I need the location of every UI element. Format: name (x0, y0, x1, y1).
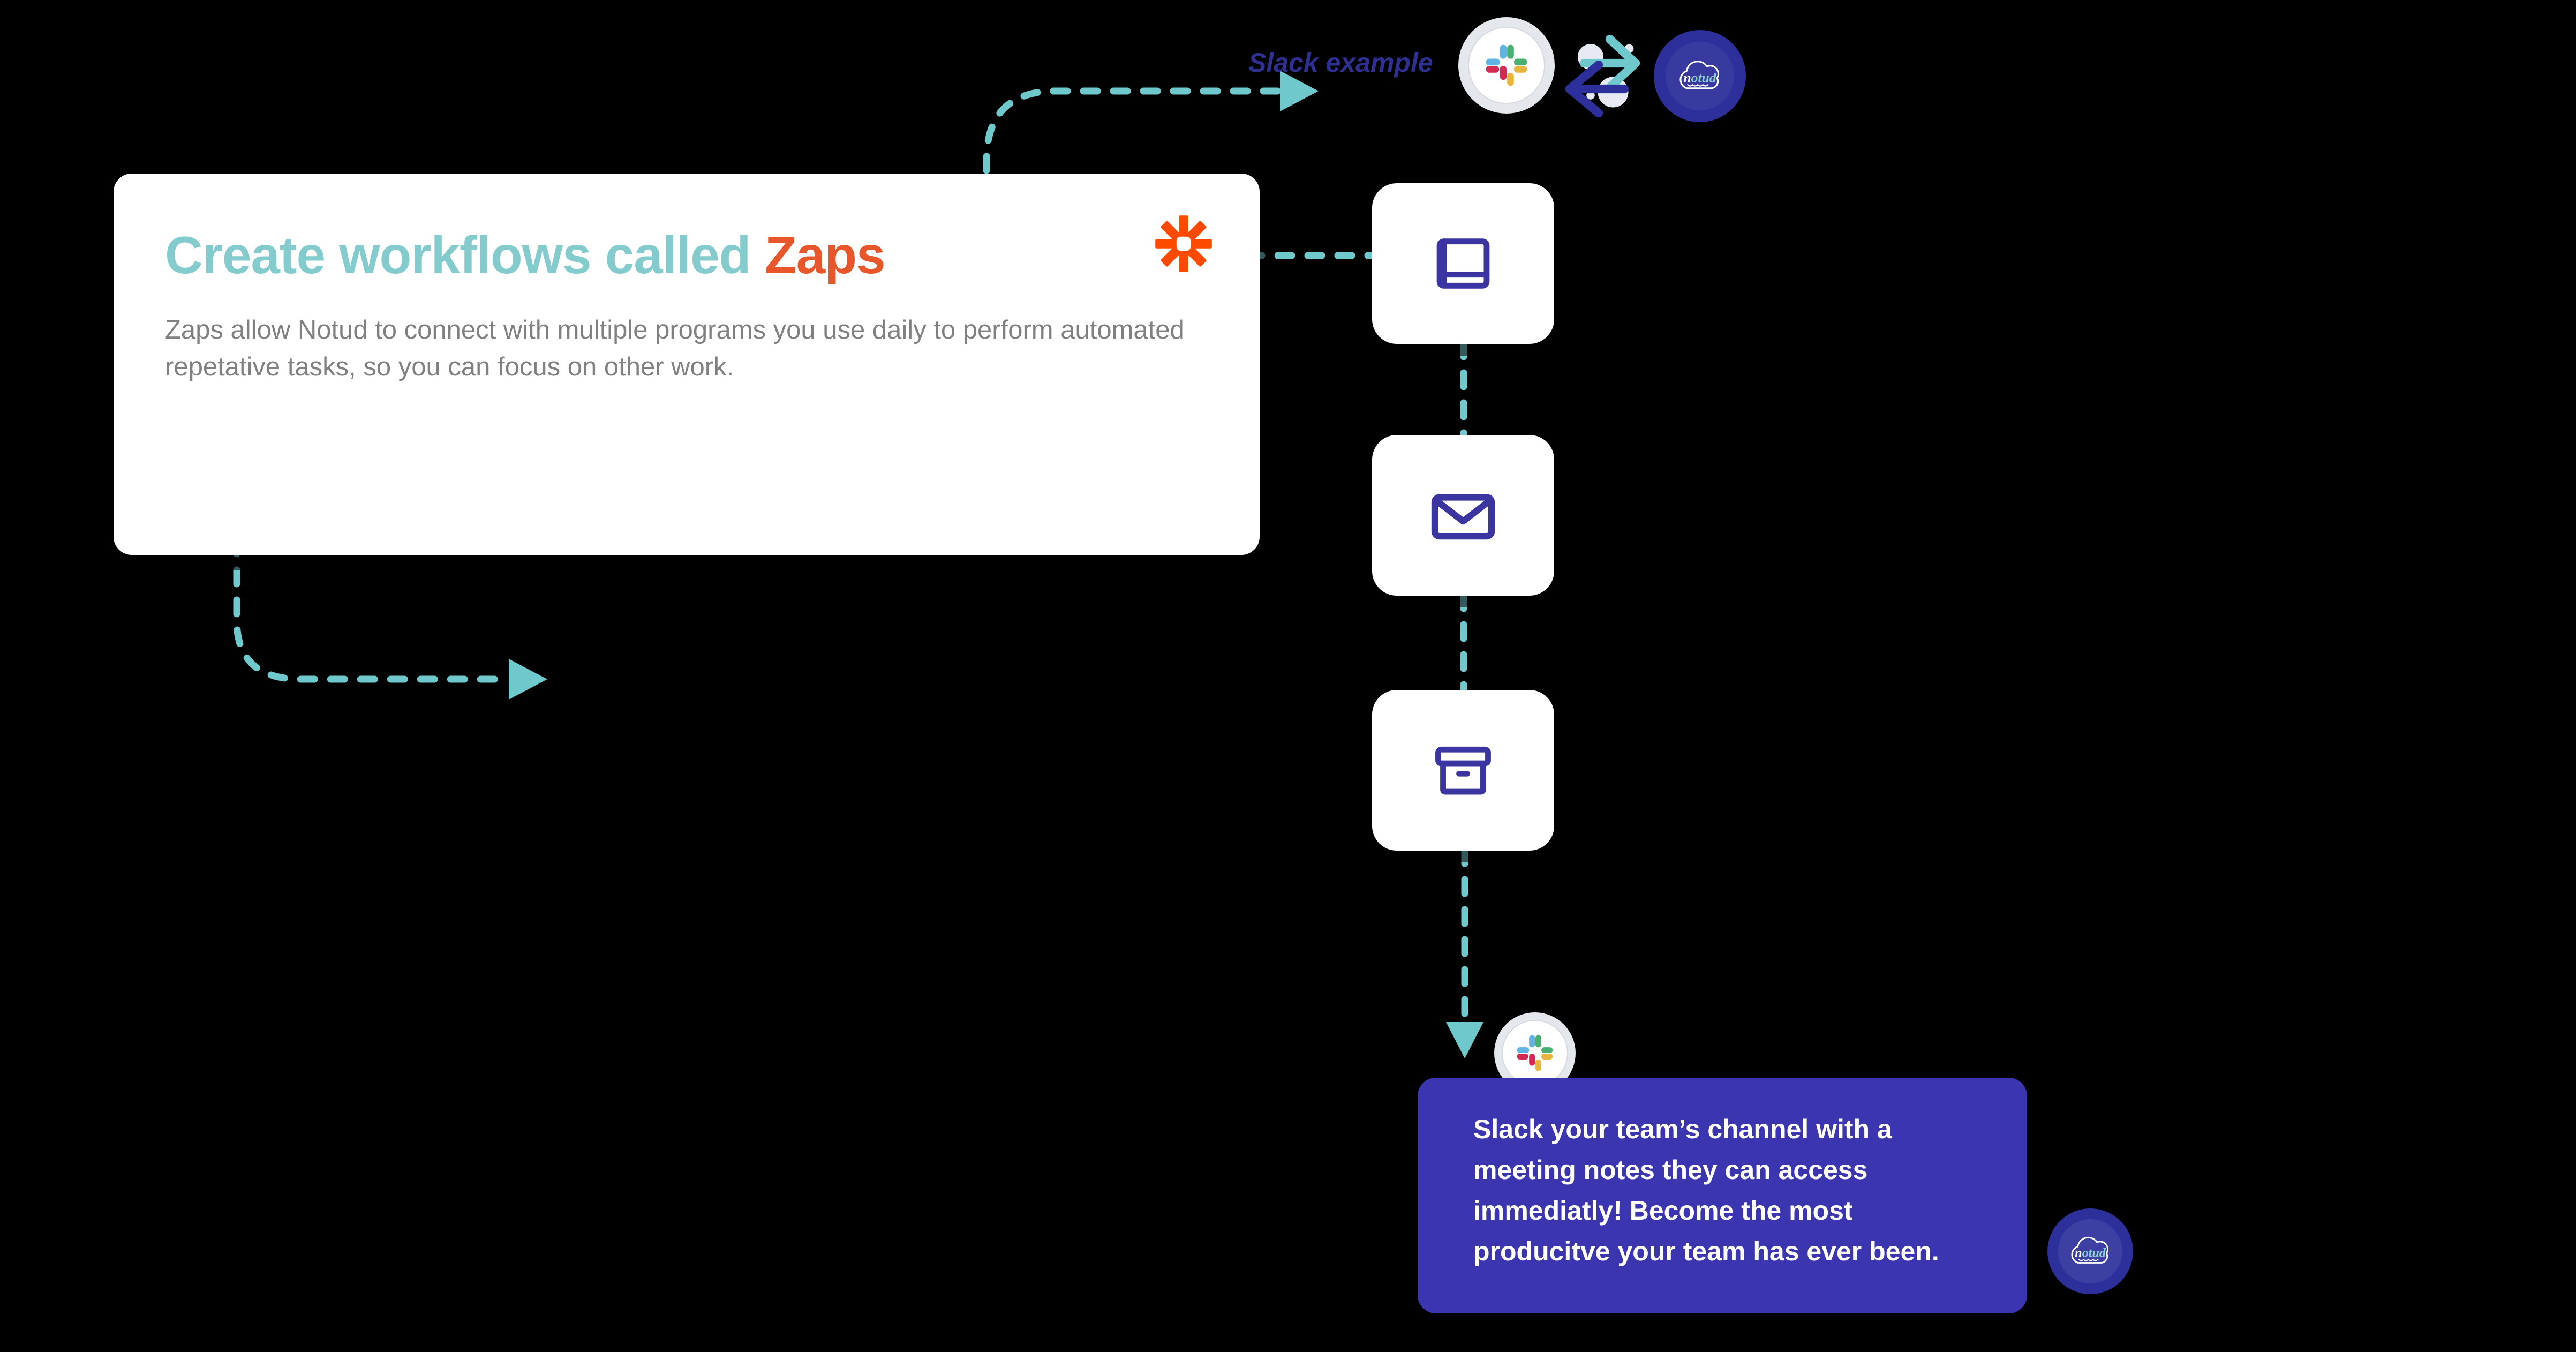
zaps-description: Zaps allow Notud to connect with multipl… (165, 315, 1185, 382)
notebook-icon (1436, 238, 1490, 289)
slack-message-text: Slack your team’s channel with a meeting… (1473, 1114, 1939, 1266)
slack-logo-icon (1486, 44, 1527, 86)
connector-notebook-to-envelope (1460, 343, 1467, 439)
notud-cloud-logo-icon: notud (1679, 61, 1719, 89)
slack-badge-top[interactable] (1458, 17, 1555, 114)
slack-logo-icon (1517, 1035, 1553, 1071)
connector-archive-to-message (1446, 850, 1483, 1058)
svg-text:notud: notud (2075, 1246, 2106, 1260)
page-title-orange-part: Zaps (764, 226, 886, 284)
page-title: Create workflows called Zaps (165, 227, 1222, 284)
message-slack-avatar-inner (1502, 1020, 1568, 1086)
slack-badge-top-inner (1468, 27, 1545, 104)
svg-text:notud: notud (1683, 70, 1716, 85)
envelope-icon (1431, 494, 1495, 540)
flow-card-archive[interactable] (1372, 690, 1554, 851)
notud-badge-bottom: notud (2047, 1208, 2133, 1294)
slack-example-label: Slack example (1248, 48, 1433, 78)
connector-card-to-notebook (1248, 252, 1382, 259)
flow-card-envelope[interactable] (1372, 435, 1554, 596)
diagram-canvas: Create workflows called Zaps Zaps allow … (0, 0, 2576, 1352)
notud-cloud-logo-icon: notud (2071, 1236, 2108, 1264)
bidirectional-sync-arrows-icon (1565, 34, 1640, 118)
zapier-asterisk-icon (1155, 215, 1212, 272)
connector-card-bottom-outgoing (233, 540, 547, 700)
flow-card-notebook[interactable] (1372, 183, 1554, 344)
notud-badge-top[interactable]: notud (1654, 30, 1746, 122)
connector-envelope-to-archive (1460, 595, 1467, 694)
zaps-info-card: Create workflows called Zaps Zaps allow … (114, 174, 1260, 555)
slack-message-card: Slack your team’s channel with a meeting… (1418, 1078, 2027, 1313)
archive-box-icon (1435, 746, 1491, 795)
zaps-info-card-content: Create workflows called Zaps Zaps allow … (165, 227, 1222, 386)
page-title-teal-part: Create workflows called (165, 226, 765, 284)
